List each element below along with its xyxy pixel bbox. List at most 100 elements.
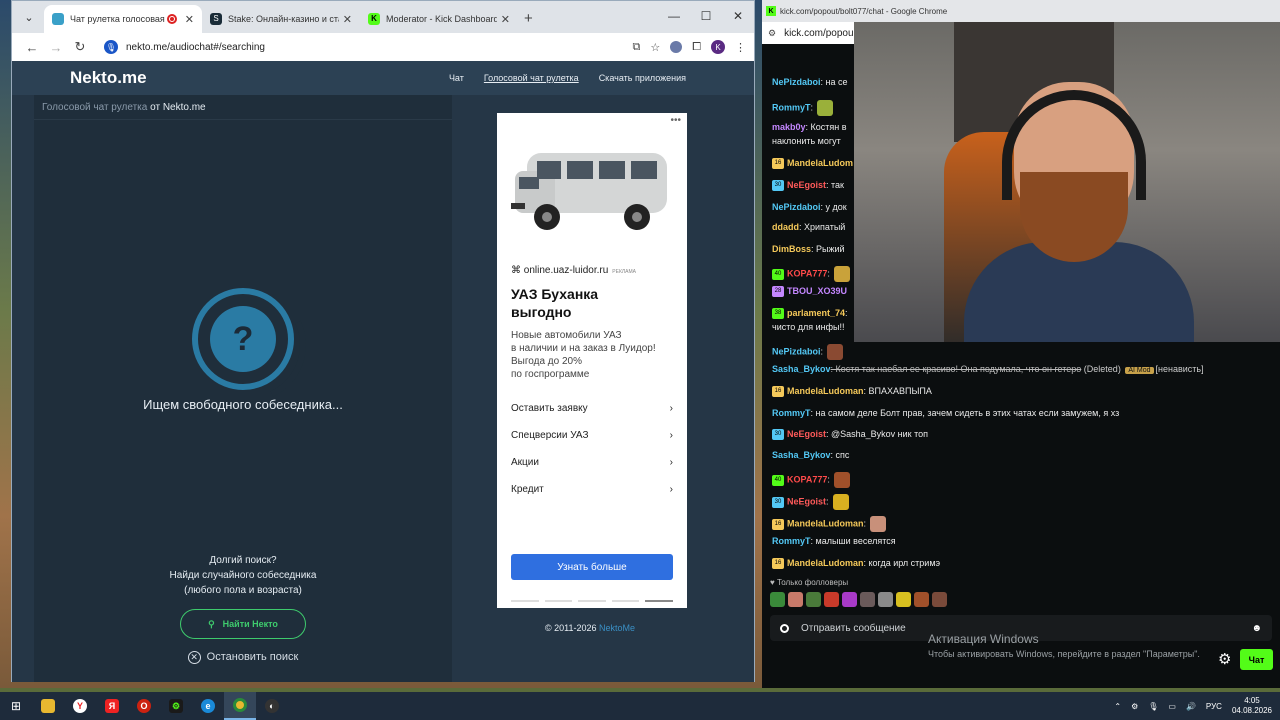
chat-send-button[interactable]: Чат: [1240, 649, 1273, 670]
forward-icon[interactable]: →: [44, 40, 68, 55]
copyright-link[interactable]: NektoMe: [599, 623, 635, 633]
chevron-up-icon[interactable]: ⌃: [1114, 702, 1121, 711]
minimize-icon[interactable]: —: [658, 1, 690, 31]
ad-link-offers[interactable]: Акции ›: [511, 449, 673, 476]
tab-kick-dashboard[interactable]: K Moderator - Kick Dashboard ✕: [360, 5, 518, 33]
emote[interactable]: [770, 592, 785, 607]
chat-username[interactable]: NePizdaboi: [772, 77, 821, 87]
close-tab-icon[interactable]: ✕: [185, 13, 194, 26]
chat-username[interactable]: MandelaLudom: [787, 158, 853, 168]
find-nekto-button[interactable]: ⚲ Найти Некто: [180, 609, 306, 639]
emote[interactable]: [896, 592, 911, 607]
chat-username[interactable]: Sasha_Bykov: [772, 364, 831, 374]
close-window-icon[interactable]: ✕: [722, 1, 754, 31]
chat-username[interactable]: DimBoss: [772, 244, 811, 254]
nav-voice-chat[interactable]: Голосовой чат рулетка: [484, 73, 579, 83]
stop-search-button[interactable]: ✕ Остановить поиск: [34, 651, 452, 664]
chat-username[interactable]: RommyT: [772, 102, 811, 112]
chat-username[interactable]: Sasha_Bykov: [772, 450, 831, 460]
chrome-icon[interactable]: [224, 692, 256, 720]
ad-menu-icon[interactable]: •••: [670, 115, 681, 126]
ad-link-request[interactable]: Оставить заявку ›: [511, 395, 673, 422]
chat-username[interactable]: parlament_74: [787, 308, 845, 318]
install-app-icon[interactable]: ⧉: [632, 41, 640, 54]
emote[interactable]: [806, 592, 821, 607]
emote[interactable]: [788, 592, 803, 607]
breadcrumb-link[interactable]: Голосовой чат рулетка: [42, 102, 147, 113]
chat-username[interactable]: NeEgoist: [787, 429, 826, 439]
chevron-right-icon: ›: [669, 430, 673, 441]
chat-username[interactable]: NeEgoist: [787, 180, 826, 190]
chat-username[interactable]: NePizdaboi: [772, 346, 821, 356]
emote[interactable]: [914, 592, 929, 607]
edge-icon[interactable]: e: [192, 692, 224, 720]
chat-message: 40 KOPA777:: [772, 266, 850, 282]
new-tab-button[interactable]: +: [524, 10, 533, 27]
emote[interactable]: [932, 592, 947, 607]
nav-chat[interactable]: Чат: [449, 73, 464, 83]
chat-username[interactable]: KOPA777: [787, 474, 827, 484]
emoji-icon[interactable]: ☻: [1251, 623, 1262, 634]
copyright: © 2011-2026 NektoMe: [545, 623, 636, 633]
chat-username[interactable]: TBOU_XO39U: [787, 286, 847, 296]
language-indicator[interactable]: РУС: [1206, 702, 1222, 711]
obs-icon[interactable]: ◐: [256, 692, 288, 720]
opera-icon[interactable]: O: [128, 692, 160, 720]
chat-username[interactable]: RommyT: [772, 408, 811, 418]
tab-stake[interactable]: S Stake: Онлайн-казино и ставк ✕: [202, 5, 360, 33]
tray-app-icon[interactable]: ⚙: [1131, 702, 1138, 711]
menu-kebab-icon[interactable]: ⋮: [735, 41, 746, 54]
maximize-icon[interactable]: ☐: [690, 1, 722, 31]
site-info-icon[interactable]: 🎙: [104, 40, 118, 54]
tab-nekto[interactable]: Чат рулетка голосовая — ✕: [44, 5, 202, 33]
site-settings-icon[interactable]: ⚙: [768, 28, 776, 39]
emote-bar: [770, 592, 947, 607]
nav-download-apps[interactable]: Скачать приложения: [599, 73, 686, 83]
windows-start-icon[interactable]: ⊞: [0, 692, 32, 720]
ad-link-credit[interactable]: Кредит ›: [511, 476, 673, 503]
microphone-icon[interactable]: 🎙: [1148, 702, 1158, 711]
close-tab-icon[interactable]: ✕: [343, 13, 352, 26]
chat-message: Sasha_Bykov: спс: [772, 450, 849, 460]
chat-username[interactable]: MandelaLudoman: [787, 518, 864, 528]
chevron-right-icon: ›: [669, 403, 673, 414]
extensions-puzzle-icon[interactable]: ⧠: [692, 41, 701, 54]
close-tab-icon[interactable]: ✕: [501, 13, 510, 26]
emote[interactable]: [824, 592, 839, 607]
profile-avatar[interactable]: K: [711, 40, 725, 54]
chat-username[interactable]: RommyT: [772, 536, 811, 546]
url-field[interactable]: 🎙 nekto.me/audiochat#/searching: [100, 36, 625, 58]
chat-username[interactable]: NeEgoist: [787, 496, 826, 506]
extension-icon[interactable]: [670, 41, 683, 53]
tab-search-button[interactable]: ⌄: [18, 6, 40, 28]
emote[interactable]: [878, 592, 893, 607]
bookmark-star-icon[interactable]: ☆: [650, 41, 660, 54]
chat-username[interactable]: KOPA777: [787, 268, 827, 278]
chat-emote: [833, 472, 850, 488]
chat-text: : когда ирл стримэ: [863, 558, 941, 568]
chat-settings-gear-icon[interactable]: ⚙: [1218, 650, 1231, 668]
chat-username[interactable]: NePizdaboi: [772, 202, 821, 212]
ad-link-special[interactable]: Спецверсии УАЗ ›: [511, 422, 673, 449]
tool-icon[interactable]: ⚙: [160, 692, 192, 720]
chat-text: : так: [826, 180, 844, 190]
clock[interactable]: 4:05 04.08.2026: [1232, 696, 1272, 716]
emote[interactable]: [842, 592, 857, 607]
yandex-icon[interactable]: Я: [96, 692, 128, 720]
chat-username[interactable]: MandelaLudoman: [787, 386, 864, 396]
chat-username[interactable]: MandelaLudoman: [787, 558, 864, 568]
reload-icon[interactable]: ↻: [68, 39, 92, 55]
chat-username[interactable]: ddadd: [772, 222, 799, 232]
network-icon[interactable]: ▭: [1168, 702, 1176, 711]
ad-learn-more-button[interactable]: Узнать больше: [511, 554, 673, 580]
chat-text: : спс: [830, 450, 850, 460]
yandex-browser-icon[interactable]: Y: [64, 692, 96, 720]
emote[interactable]: [860, 592, 875, 607]
chat-username[interactable]: makb0y: [772, 122, 806, 132]
volume-icon[interactable]: 🔊: [1186, 702, 1196, 711]
nekto-page: Nekto.me Чат Голосовой чат рулетка Скача…: [12, 61, 754, 682]
ad-banner[interactable]: ••• ⌘ online.uaz-luidor.ru РЕКЛАМА УАЗ Бу…: [497, 113, 687, 608]
site-logo[interactable]: Nekto.me: [70, 68, 147, 88]
back-icon[interactable]: ←: [20, 40, 44, 55]
file-explorer-icon[interactable]: [32, 692, 64, 720]
